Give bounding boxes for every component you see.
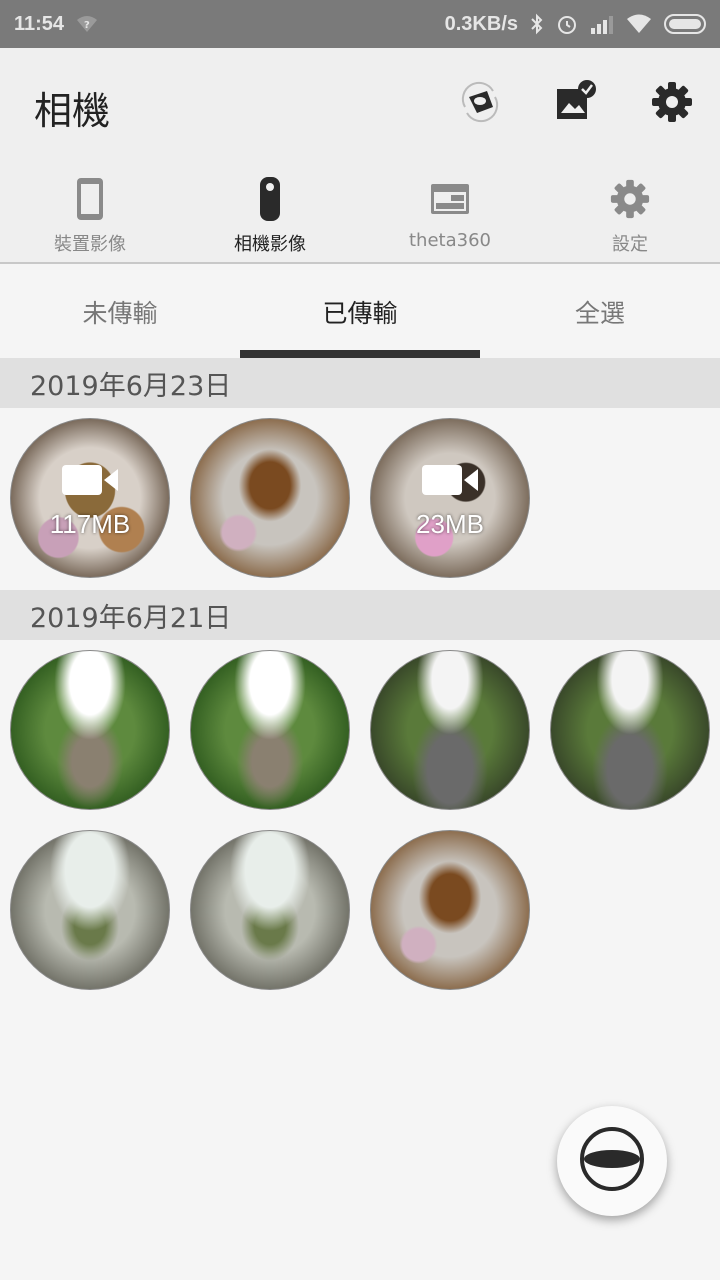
image-check-icon [553,79,599,129]
media-thumbnail[interactable] [190,830,350,990]
shutter-icon [579,1126,645,1196]
status-bar: 11:54 ? 0.3KB/s [0,0,720,48]
nav-device-images[interactable]: 裝置影像 [0,164,180,262]
media-thumbnail[interactable] [370,650,530,810]
page-title: 相機 [34,89,111,133]
media-thumbnail[interactable] [370,830,530,990]
nav-theta360[interactable]: theta360 [360,164,540,262]
bluetooth-icon [530,13,544,35]
file-size: 23MB [416,508,484,539]
media-thumbnail[interactable] [10,830,170,990]
signal-icon [590,14,614,34]
wifi-icon [626,14,652,34]
nav-label: 相機影像 [234,234,306,255]
media-thumbnail[interactable]: 23MB [370,418,530,578]
status-time: 11:54 [14,12,65,35]
browser-window-icon [429,174,471,224]
transfer-tabs: 未傳輸 已傳輸 全選 [0,266,720,358]
media-thumbnail[interactable] [190,650,350,810]
nav-camera-images[interactable]: 相機影像 [180,164,360,262]
video-camera-icon [420,463,480,501]
settings-icon [650,80,694,128]
camera-device-icon [258,174,282,224]
rotate-camera-button[interactable] [454,78,506,130]
alarm-icon [556,13,578,35]
date-header: 2019年6月23日 [0,358,720,408]
media-thumbnail[interactable] [10,650,170,810]
wifi-question-icon: ? [76,14,98,34]
tab-not-transferred[interactable]: 未傳輸 [0,266,240,358]
transferred-images-button[interactable] [550,78,602,130]
phone-icon [75,174,105,224]
nav-label: theta360 [409,230,491,251]
settings-icon [609,174,651,224]
media-thumbnail[interactable]: 117MB [10,418,170,578]
video-camera-icon [60,463,120,501]
tab-select-all[interactable]: 全選 [480,266,720,358]
settings-button[interactable] [646,78,698,130]
nav-label: 裝置影像 [54,234,126,255]
video-overlay: 117MB [11,419,169,577]
battery-icon [664,14,706,34]
nav-settings[interactable]: 設定 [540,164,720,262]
video-overlay: 23MB [371,419,529,577]
file-size: 117MB [49,508,131,539]
nav-label: 設定 [612,234,648,255]
app-bar: 相機 [0,48,720,164]
media-thumbnail[interactable] [550,650,710,810]
date-header: 2019年6月21日 [0,590,720,640]
top-nav: 裝置影像 相機影像 theta360 設定 [0,164,720,264]
tab-transferred[interactable]: 已傳輸 [240,266,480,358]
media-thumbnail[interactable] [190,418,350,578]
rotate-camera-icon [455,77,505,131]
svg-text:?: ? [84,20,90,31]
network-speed: 0.3KB/s [444,12,518,35]
shutter-button[interactable] [557,1106,667,1216]
